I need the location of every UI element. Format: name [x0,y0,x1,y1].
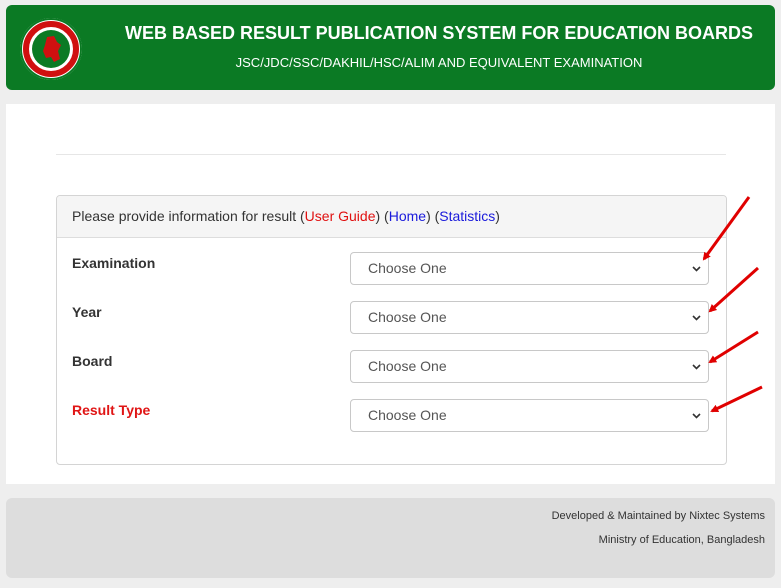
divider [56,154,726,155]
board-select-value: Choose One [368,358,447,374]
result-type-select-value: Choose One [368,407,447,423]
main-content: Please provide information for result (U… [6,104,775,484]
chevron-down-icon [692,364,701,370]
result-form-panel: Please provide information for result (U… [56,195,727,465]
statistics-link[interactable]: Statistics [439,208,495,224]
panel-heading: Please provide information for result (U… [57,196,726,238]
year-select-value: Choose One [368,309,447,325]
user-guide-link[interactable]: User Guide [305,208,376,224]
site-footer: Developed & Maintained by Nixtec Systems… [6,498,775,578]
panel-prompt: Please provide information for result [72,208,297,224]
year-select[interactable]: Choose One [350,301,709,334]
page-title: WEB BASED RESULT PUBLICATION SYSTEM FOR … [124,23,753,43]
home-link[interactable]: Home [389,208,426,224]
developer-credit: Developed & Maintained by Nixtec Systems [551,510,765,522]
examination-select[interactable]: Choose One [350,252,709,285]
result-type-label: Result Type [72,402,151,418]
examination-label: Examination [72,255,156,271]
page-subtitle: JSC/JDC/SSC/DAKHIL/HSC/ALIM AND EQUIVALE… [235,55,643,70]
site-header: WEB BASED RESULT PUBLICATION SYSTEM FOR … [6,5,775,90]
result-type-select[interactable]: Choose One [350,399,709,432]
chevron-down-icon [692,266,701,272]
chevron-down-icon [692,315,701,321]
board-label: Board [72,353,113,369]
examination-select-value: Choose One [368,260,447,276]
board-select[interactable]: Choose One [350,350,709,383]
ministry-credit: Ministry of Education, Bangladesh [598,534,765,546]
government-seal-logo [20,18,82,80]
year-label: Year [72,304,102,320]
chevron-down-icon [692,413,701,419]
